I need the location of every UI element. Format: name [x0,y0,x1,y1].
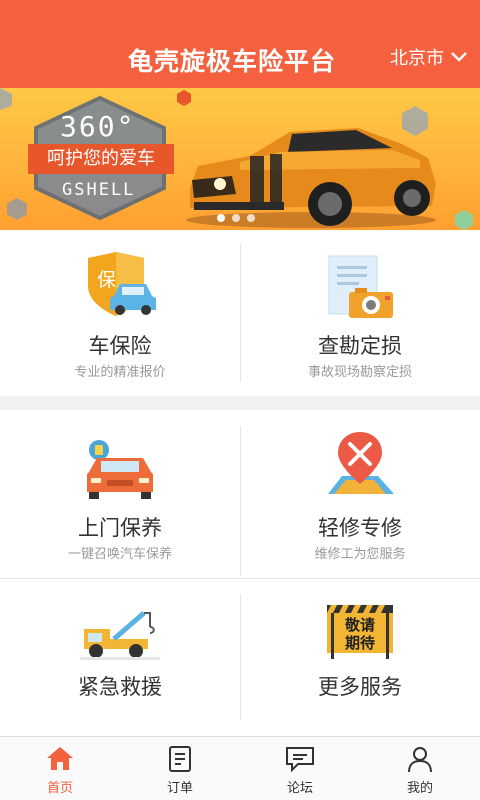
survey-loss-card[interactable]: 查勘定损 事故现场勘察定损 [240,230,480,396]
service-label: 查勘定损 [318,334,402,358]
promo-banner[interactable]: 360° 呵护您的爱车 GSHELL [0,88,480,230]
badge-number: 360° [60,110,136,143]
coming-soon-sign-icon: 敬请 期待 [327,605,393,659]
banner-pagination [217,214,255,222]
banner-dot[interactable] [217,214,225,222]
service-label: 轻修专修 [318,516,402,540]
tab-label: 首页 [46,781,73,796]
service-label: 紧急救援 [78,675,162,699]
tow-truck-icon [80,611,160,660]
hexagon-decoration [177,90,191,106]
sign-line-2: 期待 [345,634,375,652]
banner-dot[interactable] [232,214,240,222]
service-label: 更多服务 [318,675,402,699]
service-label: 车保险 [88,334,152,358]
shield-car-icon: 保 [88,252,156,316]
car-oil-icon [87,440,153,499]
profile-icon [408,747,432,773]
sign-line-1: 敬请 [344,616,375,634]
service-label: 上门保养 [78,516,162,540]
top-header: 龟壳旋极车险平台 北京市 [0,0,480,88]
repair-card[interactable]: 轻修专修 维修工为您服务 [240,410,480,578]
chevron-down-icon [451,52,467,62]
hexagon-decoration [0,88,12,110]
emergency-rescue-card[interactable]: 紧急救援 [0,579,240,736]
banner-dot[interactable] [247,214,255,222]
tab-home[interactable]: 首页 [0,737,120,800]
app-root: 龟壳旋极车险平台 北京市 360° 呵护您的爱车 GSHELL 保 车保险 专业… [0,0,480,800]
hexagon-decoration [7,198,27,220]
tab-orders[interactable]: 订单 [120,737,240,800]
tab-label: 论坛 [286,781,313,796]
tab-profile[interactable]: 我的 [360,737,480,800]
badge-slogan: 呵护您的爱车 [28,144,174,174]
badge-brand: GSHELL [62,180,136,200]
forum-icon [286,747,314,773]
app-title: 龟壳旋极车险平台 [128,47,337,76]
home-maintenance-card[interactable]: 上门保养 一键召唤汽车保养 [0,410,240,578]
tab-label: 订单 [166,781,193,796]
service-desc: 事故现场勘察定损 [307,365,412,380]
service-desc: 专业的精准报价 [74,365,166,380]
insurance-services: 保 车保险 专业的精准报价 查勘定损 事故现场勘察定损 [0,230,480,396]
service-desc: 维修工为您服务 [314,547,406,562]
city-label: 北京市 [390,48,444,69]
repair-pin-icon [328,432,394,494]
svg-text:保: 保 [97,269,116,291]
tab-label: 我的 [406,781,433,796]
bottom-tab-bar: 首页 订单 论坛 我的 [0,736,480,800]
document-camera-icon [328,255,393,318]
more-services-card[interactable]: 敬请 期待 更多服务 [240,579,480,736]
order-icon [169,746,191,772]
home-icon [47,747,73,770]
sports-car-image [186,128,436,228]
service-desc: 一键召唤汽车保养 [67,547,172,562]
tab-forum[interactable]: 论坛 [240,737,360,800]
hexagon-decoration [455,210,473,230]
city-selector[interactable]: 北京市 [390,44,468,70]
car-services: 上门保养 一键召唤汽车保养 轻修专修 维修工为您服务 紧急救援 敬请 期待 更多… [0,410,480,736]
car-insurance-card[interactable]: 保 车保险 专业的精准报价 [0,230,240,396]
